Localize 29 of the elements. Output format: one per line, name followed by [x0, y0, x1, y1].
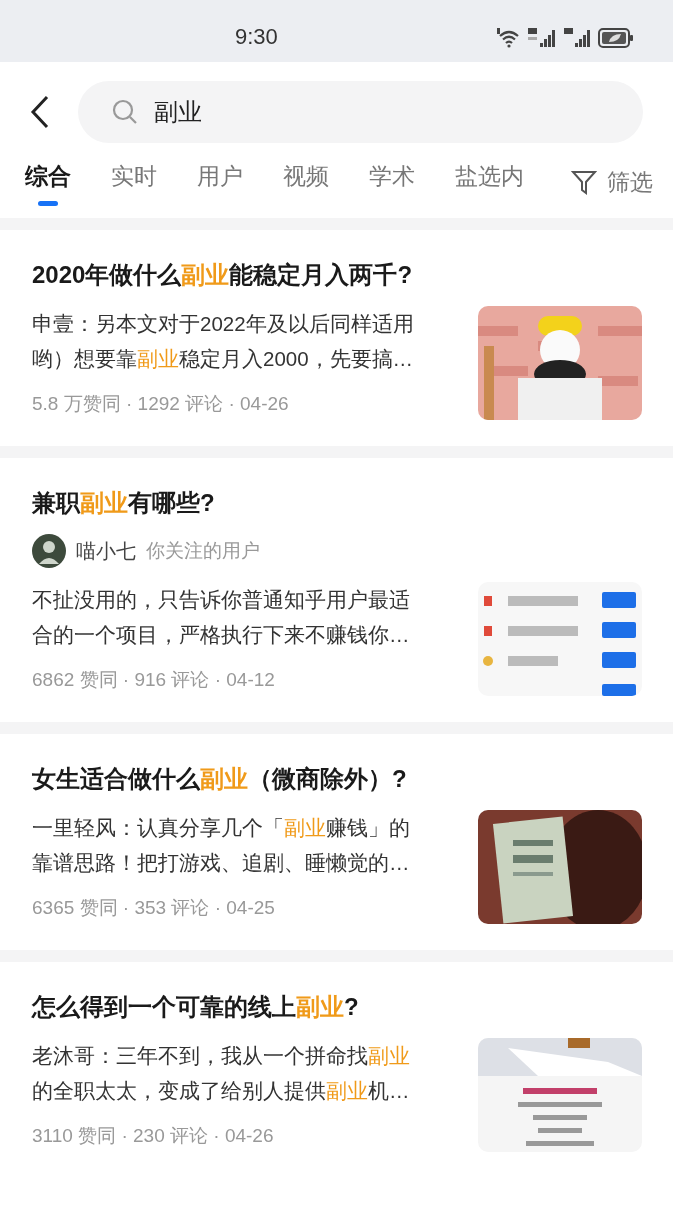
tab[interactable]: 视频	[283, 162, 329, 206]
result-stats: 6862 赞同 · 916 评论 · 04-12	[32, 668, 276, 692]
author-name[interactable]: 喵小七	[76, 536, 136, 566]
result-stats: 5.8 万赞同 · 1292 评论 · 04-26	[32, 392, 290, 416]
battery-icon	[598, 28, 634, 48]
result-excerpt: 申壹：另本文对于2022年及以后同样适用 哟）想要靠副业稳定月入2000，先要搞…	[32, 311, 414, 372]
result-title[interactable]: 怎么得到一个可靠的线上副业?	[32, 990, 642, 1024]
result-title[interactable]: 2020年做什么副业能稳定月入两千?	[32, 258, 642, 292]
result-title[interactable]: 女生适合做什么副业（微商除外）?	[32, 762, 642, 796]
signal-icon	[564, 28, 592, 48]
tab[interactable]: 实时	[111, 162, 157, 206]
result-title[interactable]: 兼职副业有哪些?	[32, 486, 642, 520]
tab[interactable]: 盐选内	[455, 162, 524, 206]
author-note: 你关注的用户	[146, 538, 260, 563]
search-icon	[112, 99, 138, 125]
filter-icon	[571, 169, 597, 195]
result-excerpt: 老沐哥：三年不到，我从一个拼命找副业 的全职太太，变成了给别人提供副业机…	[32, 1043, 410, 1104]
tab[interactable]: 学术	[369, 162, 415, 206]
back-icon[interactable]	[30, 95, 50, 129]
avatar-icon	[32, 534, 66, 568]
signal-icon	[528, 28, 558, 48]
tab[interactable]: 综合	[25, 162, 71, 206]
result-excerpt: 不扯没用的，只告诉你普通知乎用户最适 合的一个项目，严格执行下来不赚钱你…	[32, 587, 410, 648]
result-excerpt: 一里轻风：认真分享几个「副业赚钱」的 靠谱思路！把打游戏、追剧、睡懒觉的…	[32, 815, 410, 876]
result-stats: 6365 赞同 · 353 评论 · 04-25	[32, 896, 276, 920]
tab[interactable]: 用户	[197, 162, 243, 206]
status-time: 9:30	[235, 26, 278, 48]
result-stats: 3110 赞同 · 230 评论 · 04-26	[32, 1124, 275, 1148]
search-field[interactable]: 副业	[78, 81, 643, 143]
